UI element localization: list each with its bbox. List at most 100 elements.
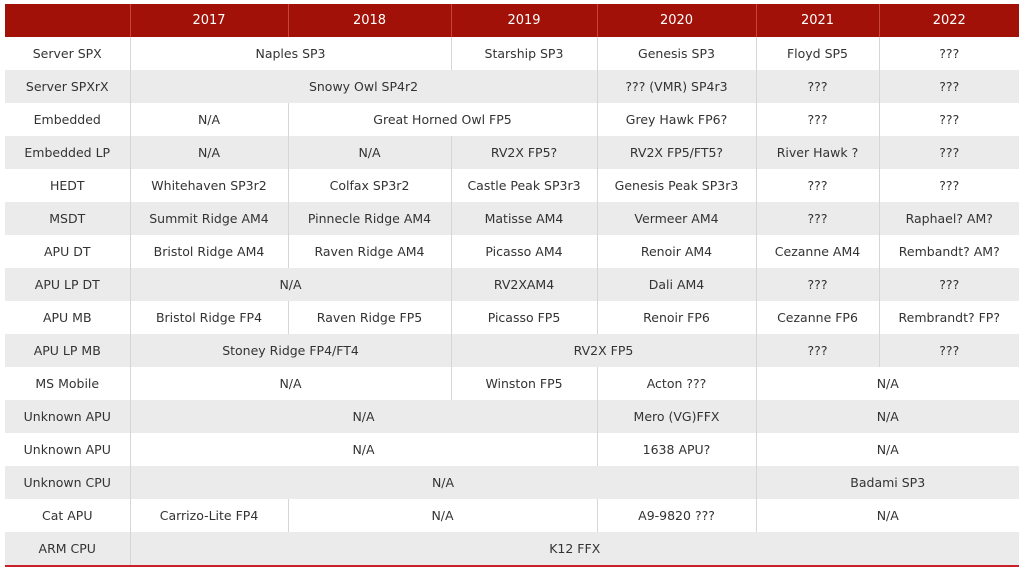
row-label: APU LP MB	[5, 334, 130, 367]
table-row: Server SPX Naples SP3 Starship SP3 Genesis …	[5, 37, 1019, 70]
table-cell: Carrizo-Lite FP4	[129, 499, 288, 532]
table-row: Embedded LP N/A N/A RV2X FP5? RV2X FP5/FT5? R…	[5, 136, 1019, 169]
table-row: Server SPXrX Snowy Owl SP4r2??? (VMR) SP4…	[5, 70, 1019, 103]
table-cell: K12 FFX	[129, 532, 1019, 567]
table-cell: N/A	[287, 499, 597, 532]
table-body: Server SPX Naples SP3 Starship SP3 Genesis …	[5, 37, 1019, 567]
table-cell: Grey Hawk FP6?	[596, 103, 756, 136]
row-label: APU MB	[5, 301, 130, 334]
table-cell: ???	[755, 334, 879, 367]
row-label: Server SPXrX	[5, 70, 130, 103]
table-cell: N/A	[129, 466, 756, 499]
table-cell: RV2X FP5	[450, 334, 756, 367]
table-row: HEDT Whitehaven SP3r2 Colfax SP3r2 Castle P…	[5, 169, 1019, 202]
table-cell: Snowy Owl SP4r2	[129, 70, 597, 103]
row-label: ARM CPU	[5, 532, 130, 567]
table-cell: ???	[878, 70, 1019, 103]
table-cell: N/A	[755, 367, 1019, 400]
table-cell: N/A	[129, 433, 597, 466]
table-cell: ??? (VMR) SP4r3	[596, 70, 756, 103]
table-cell: River Hawk ?	[755, 136, 879, 169]
table-cell: N/A	[129, 136, 288, 169]
table-cell: Renoir FP6	[596, 301, 756, 334]
table-cell: N/A	[129, 268, 451, 301]
table-cell: Mero (VG)FFX	[596, 400, 756, 433]
table-cell: Genesis SP3	[596, 37, 756, 70]
table-cell: Naples SP3	[129, 37, 451, 70]
table-cell: N/A	[129, 400, 597, 433]
table-row: ARM CPU K12 FFX	[5, 532, 1019, 567]
table-cell: Castle Peak SP3r3	[450, 169, 597, 202]
header-year-2017: 2017	[129, 4, 288, 37]
table-row: APU LP MB Stoney Ridge FP4/FT4 RV2X FP5???…	[5, 334, 1019, 367]
row-label: Embedded	[5, 103, 130, 136]
table-cell: Raven Ridge FP5	[287, 301, 451, 334]
table-row: APU LP DT N/A RV2XAM4 Dali AM4??????	[5, 268, 1019, 301]
table-cell: Bristol Ridge AM4	[129, 235, 288, 268]
header-row: 2017 2018 2019 2020 2021 2022	[5, 4, 1019, 37]
row-label: Embedded LP	[5, 136, 130, 169]
table-cell: ???	[878, 268, 1019, 301]
table-cell: N/A	[287, 136, 451, 169]
processor-roadmap-table: 2017 2018 2019 2020 2021 2022 Server SPX…	[5, 4, 1019, 567]
table-cell: 1638 APU?	[596, 433, 756, 466]
table-cell: Cezanne AM4	[755, 235, 879, 268]
header-year-2020: 2020	[596, 4, 756, 37]
table-cell: N/A	[755, 400, 1019, 433]
table-row: Embedded N/A Great Horned Owl FP5 Grey Hawk…	[5, 103, 1019, 136]
table-cell: A9-9820 ???	[596, 499, 756, 532]
table-cell: ???	[755, 103, 879, 136]
table-cell: Bristol Ridge FP4	[129, 301, 288, 334]
table-cell: ???	[878, 37, 1019, 70]
table-cell: ???	[878, 103, 1019, 136]
table-cell: Renoir AM4	[596, 235, 756, 268]
table-cell: Badami SP3	[755, 466, 1019, 499]
table-cell: N/A	[129, 103, 288, 136]
table-row: APU DT Bristol Ridge AM4 Raven Ridge AM4 Pi…	[5, 235, 1019, 268]
table-cell: Winston FP5	[450, 367, 597, 400]
row-label: MSDT	[5, 202, 130, 235]
row-label: Unknown APU	[5, 400, 130, 433]
table-row: Unknown APU N/A Mero (VG)FFX N/A	[5, 400, 1019, 433]
table-cell: ???	[755, 268, 879, 301]
table-cell: Raven Ridge AM4	[287, 235, 451, 268]
row-label: APU LP DT	[5, 268, 130, 301]
header-corner	[5, 4, 130, 37]
table-cell: Dali AM4	[596, 268, 756, 301]
table-row: MS Mobile N/A Winston FP5 Acton ??? N/A	[5, 367, 1019, 400]
row-label: HEDT	[5, 169, 130, 202]
row-label: Cat APU	[5, 499, 130, 532]
table-cell: Stoney Ridge FP4/FT4	[129, 334, 451, 367]
table-cell: N/A	[129, 367, 451, 400]
row-label: Unknown APU	[5, 433, 130, 466]
table-cell: ???	[755, 169, 879, 202]
table-cell: Rembrandt? FP?	[878, 301, 1019, 334]
table-cell: Matisse AM4	[450, 202, 597, 235]
row-label: MS Mobile	[5, 367, 130, 400]
header-year-2018: 2018	[287, 4, 451, 37]
table-cell: Whitehaven SP3r2	[129, 169, 288, 202]
table-cell: Acton ???	[596, 367, 756, 400]
header-year-2022: 2022	[878, 4, 1019, 37]
table-cell: Raphael? AM?	[878, 202, 1019, 235]
table-row: Cat APU Carrizo-Lite FP4 N/A A9-9820 ??? N/A	[5, 499, 1019, 532]
table-cell: Picasso FP5	[450, 301, 597, 334]
table-cell: Vermeer AM4	[596, 202, 756, 235]
table-cell: ???	[878, 334, 1019, 367]
table-cell: ???	[755, 202, 879, 235]
table-cell: ???	[755, 70, 879, 103]
table-cell: Genesis Peak SP3r3	[596, 169, 756, 202]
table-cell: Pinnecle Ridge AM4	[287, 202, 451, 235]
table-cell: Colfax SP3r2	[287, 169, 451, 202]
table-cell: Starship SP3	[450, 37, 597, 70]
table-cell: RV2X FP5?	[450, 136, 597, 169]
table-row: MSDT Summit Ridge AM4 Pinnecle Ridge AM4 Ma…	[5, 202, 1019, 235]
row-label: Server SPX	[5, 37, 130, 70]
table-cell: ???	[878, 169, 1019, 202]
table-cell: RV2XAM4	[450, 268, 597, 301]
header-year-2021: 2021	[755, 4, 879, 37]
table-cell: N/A	[755, 499, 1019, 532]
table-row: Unknown APU N/A 1638 APU? N/A	[5, 433, 1019, 466]
table-row: Unknown CPU N/A Badami SP3	[5, 466, 1019, 499]
table-cell: Rembandt? AM?	[878, 235, 1019, 268]
